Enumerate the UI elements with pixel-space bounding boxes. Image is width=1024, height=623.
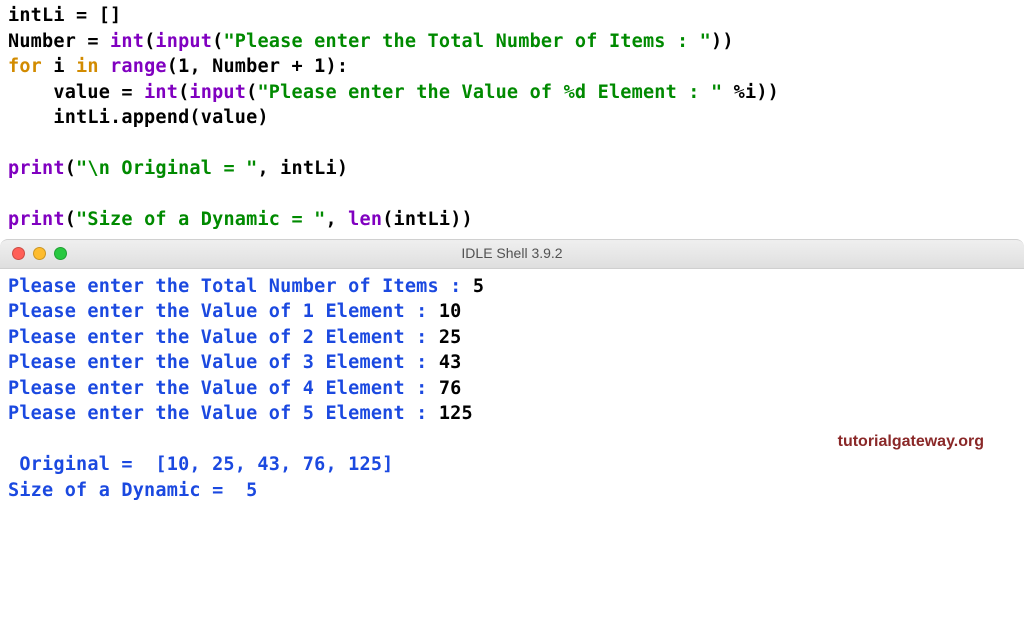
code-token: , xyxy=(325,209,348,230)
shell-user-input: 43 xyxy=(439,352,462,373)
code-token: "Size of a Dynamic = " xyxy=(76,209,325,230)
code-token: ( xyxy=(178,82,189,103)
code-token: "\n Original = " xyxy=(76,158,257,179)
code-token: intLi xyxy=(8,5,65,26)
code-token: for xyxy=(8,56,42,77)
code-token: Number xyxy=(8,31,76,52)
shell-user-input: 10 xyxy=(439,301,462,322)
shell-prompt: Please enter the Total Number of Items : xyxy=(8,276,473,297)
code-token xyxy=(65,56,76,77)
code-token xyxy=(99,56,110,77)
minimize-icon[interactable] xyxy=(33,247,46,260)
shell-user-input: 76 xyxy=(439,378,462,399)
code-token: (intLi)) xyxy=(382,209,473,230)
code-token: print xyxy=(8,158,65,179)
code-token: ( xyxy=(212,31,223,52)
code-token: ( xyxy=(65,209,76,230)
code-token: ( xyxy=(246,82,257,103)
idle-shell-window: IDLE Shell 3.9.2 Please enter the Total … xyxy=(0,239,1024,512)
shell-output-line: Size of a Dynamic = 5 xyxy=(8,480,257,501)
code-token: len xyxy=(348,209,382,230)
shell-output-area: Please enter the Total Number of Items :… xyxy=(0,269,1024,512)
code-editor-area: intLi = [] Number = int(input("Please en… xyxy=(0,3,1024,239)
shell-user-input: 5 xyxy=(473,276,484,297)
shell-user-input: 125 xyxy=(439,403,473,424)
code-token: , intLi) xyxy=(257,158,348,179)
shell-prompt: Please enter the Value of 3 Element : xyxy=(8,352,439,373)
fullscreen-icon[interactable] xyxy=(54,247,67,260)
code-token: "Please enter the Total Number of Items … xyxy=(223,31,711,52)
code-token: range xyxy=(110,56,167,77)
code-token: ( xyxy=(65,158,76,179)
traffic-lights xyxy=(0,247,67,260)
shell-prompt: Please enter the Value of 2 Element : xyxy=(8,327,439,348)
shell-user-input: 25 xyxy=(439,327,462,348)
close-icon[interactable] xyxy=(12,247,25,260)
code-token: = xyxy=(76,31,110,52)
shell-prompt: Please enter the Value of 5 Element : xyxy=(8,403,439,424)
code-token: in xyxy=(76,56,99,77)
shell-prompt: Please enter the Value of 1 Element : xyxy=(8,301,439,322)
code-token: value = xyxy=(8,82,144,103)
code-token xyxy=(42,56,53,77)
shell-prompt: Please enter the Value of 4 Element : xyxy=(8,378,439,399)
code-token: input xyxy=(155,31,212,52)
code-token: %i)) xyxy=(722,82,779,103)
window-titlebar[interactable]: IDLE Shell 3.9.2 xyxy=(0,239,1024,269)
code-token: input xyxy=(189,82,246,103)
code-token: i xyxy=(53,56,64,77)
code-token: ( xyxy=(144,31,155,52)
window-title: IDLE Shell 3.9.2 xyxy=(0,244,1024,263)
code-token: print xyxy=(8,209,65,230)
code-token: intLi.append(value) xyxy=(8,107,269,128)
code-token: (1, Number + 1): xyxy=(167,56,348,77)
code-token: int xyxy=(144,82,178,103)
code-token: )) xyxy=(711,31,734,52)
code-token: = [] xyxy=(65,5,122,26)
code-token: int xyxy=(110,31,144,52)
shell-output-line: Original = [10, 25, 43, 76, 125] xyxy=(8,454,394,475)
code-token: "Please enter the Value of %d Element : … xyxy=(257,82,722,103)
